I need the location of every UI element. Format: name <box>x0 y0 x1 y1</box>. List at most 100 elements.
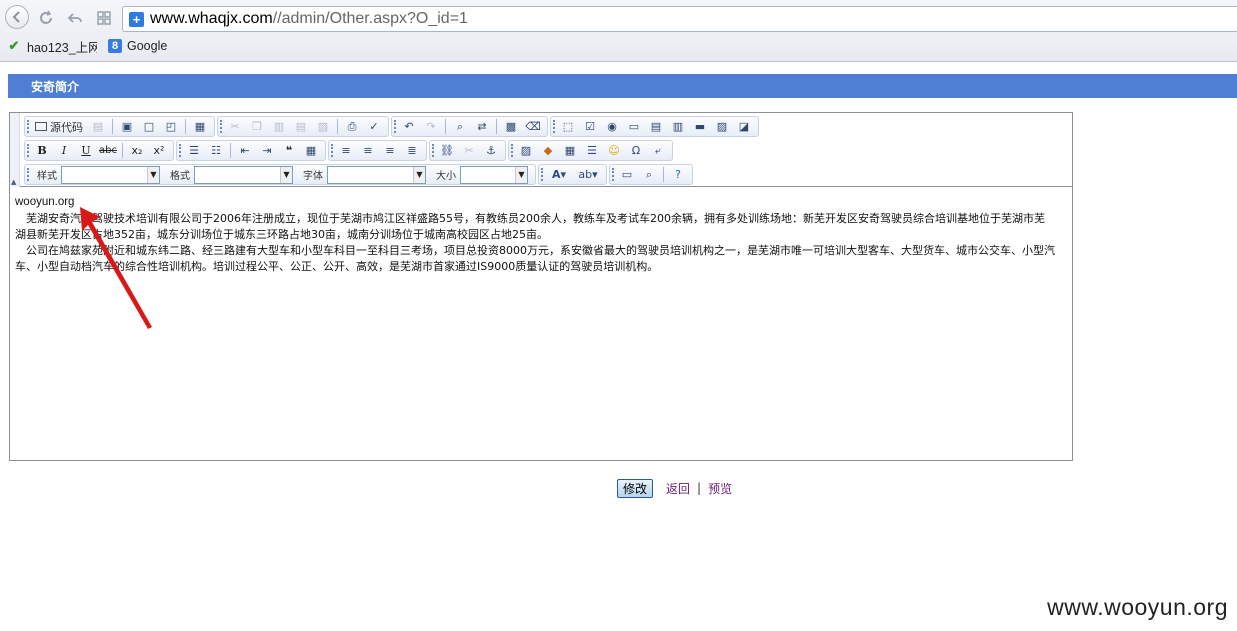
align-justify-icon[interactable]: ≣ <box>401 141 423 160</box>
help-icon[interactable]: ? <box>667 165 689 184</box>
image-icon[interactable]: ▨ <box>515 141 537 160</box>
hidden-field-icon[interactable]: ◪ <box>733 117 755 136</box>
link-separator: | <box>697 481 702 495</box>
paste-word-icon[interactable]: ▧ <box>312 117 334 136</box>
find-icon[interactable]: ⌕ <box>449 117 471 136</box>
bookmark-hao123[interactable]: ✔ hao123_上网 <box>6 37 97 55</box>
new-page-icon[interactable]: □ <box>138 117 160 136</box>
size-label: 大小 <box>436 171 456 182</box>
modify-button[interactable]: 修改 <box>617 478 654 498</box>
textarea-icon[interactable]: ▤ <box>645 117 667 136</box>
preview-icon[interactable]: ◰ <box>160 117 182 136</box>
section-title: 安奇简介 <box>31 79 80 94</box>
back-arrow-icon <box>12 11 20 23</box>
subscript-icon[interactable]: x₂ <box>126 141 148 160</box>
align-center-icon[interactable]: ≡ <box>357 141 379 160</box>
red-arrow-annotation <box>80 207 152 329</box>
strikethrough-icon[interactable]: abc <box>97 141 119 160</box>
copy-icon[interactable]: ❐ <box>246 117 268 136</box>
bookmarks-bar: ✔ hao123_上网 8 Google <box>0 35 1237 57</box>
collapse-arrow-icon: ▲ <box>11 178 17 186</box>
toolbar-group-align: ≡ ≡ ≡ ≣ <box>328 140 427 161</box>
numbered-list-icon[interactable]: ☰ <box>183 141 205 160</box>
bulleted-list-icon[interactable]: ☷ <box>205 141 227 160</box>
source-code-button[interactable]: 源代码 <box>31 117 87 136</box>
toolbar-group-tools: ▭ ⌕ ? <box>609 164 693 185</box>
bold-icon[interactable]: B <box>31 141 53 160</box>
special-char-icon[interactable]: Ω <box>625 141 647 160</box>
image-button-icon[interactable]: ▨ <box>711 117 733 136</box>
format-select[interactable]: ▼ <box>194 165 293 184</box>
apps-button[interactable] <box>93 7 115 29</box>
refresh-button[interactable] <box>35 7 57 29</box>
paste-from-word-icon[interactable]: ▤ <box>87 117 109 136</box>
unlink-icon[interactable]: ✂ <box>458 141 480 160</box>
editor-content[interactable]: wooyun.org 芜湖安奇汽车驾驶技术培训有限公司于2006年注册成立，现位… <box>15 194 1055 275</box>
checkbox-icon[interactable]: ☑ <box>579 117 601 136</box>
toolbar-separator <box>230 143 231 158</box>
smiley-icon[interactable]: ☺ <box>603 141 625 160</box>
align-right-icon[interactable]: ≡ <box>379 141 401 160</box>
back-button[interactable] <box>5 5 29 29</box>
toolbar-separator <box>337 119 338 134</box>
browser-chrome: + www.whaqjx.com//admin/Other.aspx?O_id=… <box>0 0 1237 62</box>
text-color-icon[interactable]: A▾ <box>545 165 573 184</box>
toolbar-separator <box>445 119 446 134</box>
select-field-icon[interactable]: ▥ <box>667 117 689 136</box>
undo-icon[interactable]: ↶ <box>398 117 420 136</box>
underline-icon[interactable]: U <box>75 141 97 160</box>
content-watermark: wooyun.org <box>15 196 75 208</box>
table-icon[interactable]: ▦ <box>559 141 581 160</box>
restore-button[interactable] <box>64 7 86 29</box>
div-container-icon[interactable]: ▦ <box>300 141 322 160</box>
replace-icon[interactable]: ⇄ <box>471 117 493 136</box>
italic-icon[interactable]: I <box>53 141 75 160</box>
button-field-icon[interactable]: ▬ <box>689 117 711 136</box>
paste-icon[interactable]: ▥ <box>268 117 290 136</box>
page-break-icon[interactable]: ⤶ <box>647 141 669 160</box>
anchor-icon[interactable]: ⚓ <box>480 141 502 160</box>
back-link[interactable]: 返回 <box>666 480 690 497</box>
select-all-icon[interactable]: ▩ <box>500 117 522 136</box>
bookmark-google[interactable]: 8 Google <box>108 37 167 55</box>
address-host: www.whaqjx.com <box>150 10 273 27</box>
editor-toolbars: ▲ 源代码 ▤ ▣ □ ◰ ▦ ✂ ❐ ▥ ▤ ▧ ⎙ ✓ ↶ ↷ ⌕ ⇄ ▩ … <box>10 113 1072 187</box>
superscript-icon[interactable]: x² <box>148 141 170 160</box>
redo-icon[interactable]: ↷ <box>420 117 442 136</box>
cut-icon[interactable]: ✂ <box>224 117 246 136</box>
background-color-icon[interactable]: ab▾ <box>573 165 603 184</box>
size-select[interactable]: ▼ <box>460 165 528 184</box>
spellcheck-icon[interactable]: ✓ <box>363 117 385 136</box>
chevron-down-icon: ▼ <box>147 166 159 183</box>
form-icon[interactable]: ⬚ <box>557 117 579 136</box>
link-icon[interactable]: ⛓ <box>436 141 458 160</box>
save-icon[interactable]: ▣ <box>116 117 138 136</box>
paste-text-icon[interactable]: ▤ <box>290 117 312 136</box>
textfield-icon[interactable]: ▭ <box>623 117 645 136</box>
toolbar-group-styles: 样式 ▼ 格式 ▼ 字体 ▼ 大小 ▼ <box>24 164 536 185</box>
toolbar-group-links: ⛓ ✂ ⚓ <box>429 140 506 161</box>
toolbar-separator <box>112 119 113 134</box>
horizontal-rule-icon[interactable]: ☰ <box>581 141 603 160</box>
address-bar[interactable]: + www.whaqjx.com//admin/Other.aspx?O_id=… <box>122 6 1237 32</box>
outdent-icon[interactable]: ⇤ <box>234 141 256 160</box>
radio-icon[interactable]: ◉ <box>601 117 623 136</box>
rich-text-editor: ▲ 源代码 ▤ ▣ □ ◰ ▦ ✂ ❐ ▥ ▤ ▧ ⎙ ✓ ↶ ↷ ⌕ ⇄ ▩ … <box>9 112 1073 461</box>
hao123-icon: ✔ <box>8 38 20 53</box>
flash-icon[interactable]: ◆ <box>537 141 559 160</box>
preview-link[interactable]: 预览 <box>708 480 732 497</box>
print-icon[interactable]: ⎙ <box>341 117 363 136</box>
toolbar-group-edit: ↶ ↷ ⌕ ⇄ ▩ ⌫ <box>391 116 548 137</box>
remove-format-icon[interactable]: ⌫ <box>522 117 544 136</box>
blockquote-icon[interactable]: ❝ <box>278 141 300 160</box>
align-left-icon[interactable]: ≡ <box>335 141 357 160</box>
indent-icon[interactable]: ⇥ <box>256 141 278 160</box>
templates-icon[interactable]: ▦ <box>189 117 211 136</box>
maximize-icon[interactable]: ▭ <box>616 165 638 184</box>
toolbar-collapse-button[interactable]: ▲ <box>10 113 20 187</box>
watermark: www.wooyun.org <box>1047 594 1228 620</box>
style-select[interactable]: ▼ <box>61 165 160 184</box>
toolbar-group-document: 源代码 ▤ ▣ □ ◰ ▦ <box>24 116 215 137</box>
show-blocks-icon[interactable]: ⌕ <box>638 165 660 184</box>
font-select[interactable]: ▼ <box>327 165 426 184</box>
